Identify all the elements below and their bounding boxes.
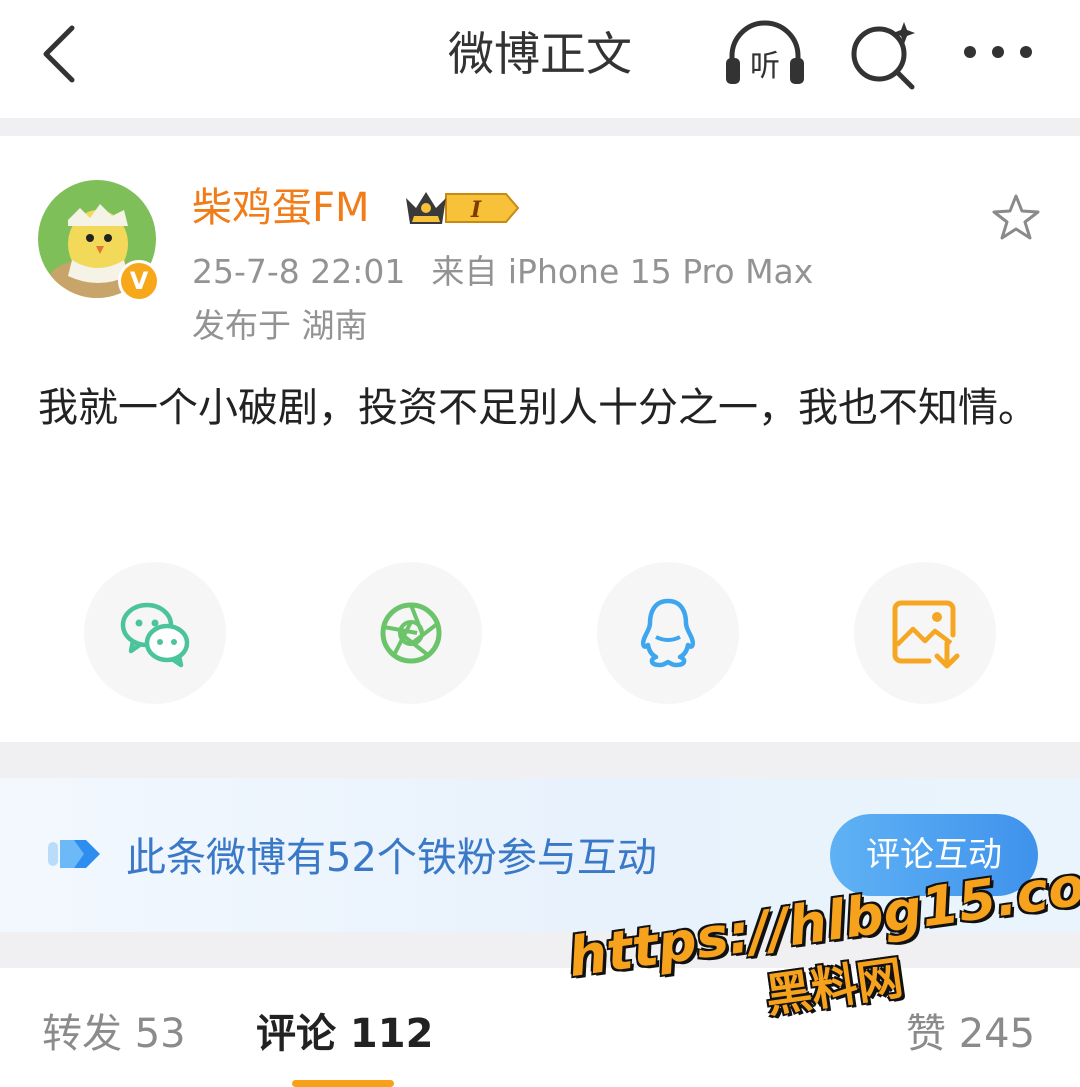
tab-repost[interactable]: 转发 53 [42,1006,186,1062]
post-timestamp: 25-7-8 22:01 [192,252,406,291]
vip-crown-badge[interactable]: I [402,186,520,230]
fans-banner-text: 此条微博有52个铁粉参与互动 [126,835,657,881]
qq-icon [640,598,696,668]
share-moments-button[interactable] [340,562,482,704]
post-location: 发布于 湖南 [192,306,368,345]
listen-headphones-icon[interactable]: 听 [722,18,808,88]
fans-interaction-banner: 此条微博有52个铁粉参与互动 评论互动 [0,778,1080,932]
moments-icon [380,602,442,664]
save-image-icon [892,600,960,669]
back-arrow-icon[interactable] [36,22,86,86]
tab-comments[interactable]: 评论 112 [256,1006,433,1062]
save-image-button[interactable] [854,562,996,704]
share-wechat-button[interactable] [84,562,226,704]
post-meta: 25-7-8 22:01 来自 iPhone 15 Pro Max [192,248,813,296]
wechat-icon [120,602,190,668]
active-tab-indicator [292,1080,394,1087]
verified-badge: V [118,260,160,302]
post-card: V 柴鸡蛋FM I 25-7-8 22:01 来自 iPhone 15 Pro M… [0,136,1080,742]
author-name[interactable]: 柴鸡蛋FM [192,180,370,236]
fans-logo-icon [48,840,100,868]
post-source: 来自 iPhone 15 Pro Max [431,252,814,291]
comment-interaction-button[interactable]: 评论互动 [830,814,1038,896]
more-options-icon[interactable] [960,20,1036,84]
vip-level: I [470,197,482,223]
share-qq-button[interactable] [597,562,739,704]
top-bar: 微博正文 听 [0,0,1080,118]
search-icon[interactable] [846,16,920,90]
post-text: 我就一个小破剧，投资不足别人十分之一，我也不知情。 [38,385,1038,431]
favorite-star-icon[interactable] [990,192,1042,244]
listen-label: 听 [750,49,780,84]
tab-likes[interactable]: 赞 245 [906,1006,1035,1062]
post-tabs: 转发 53 评论 112 赞 245 [0,968,1080,1087]
page-title: 微博正文 [448,27,632,81]
